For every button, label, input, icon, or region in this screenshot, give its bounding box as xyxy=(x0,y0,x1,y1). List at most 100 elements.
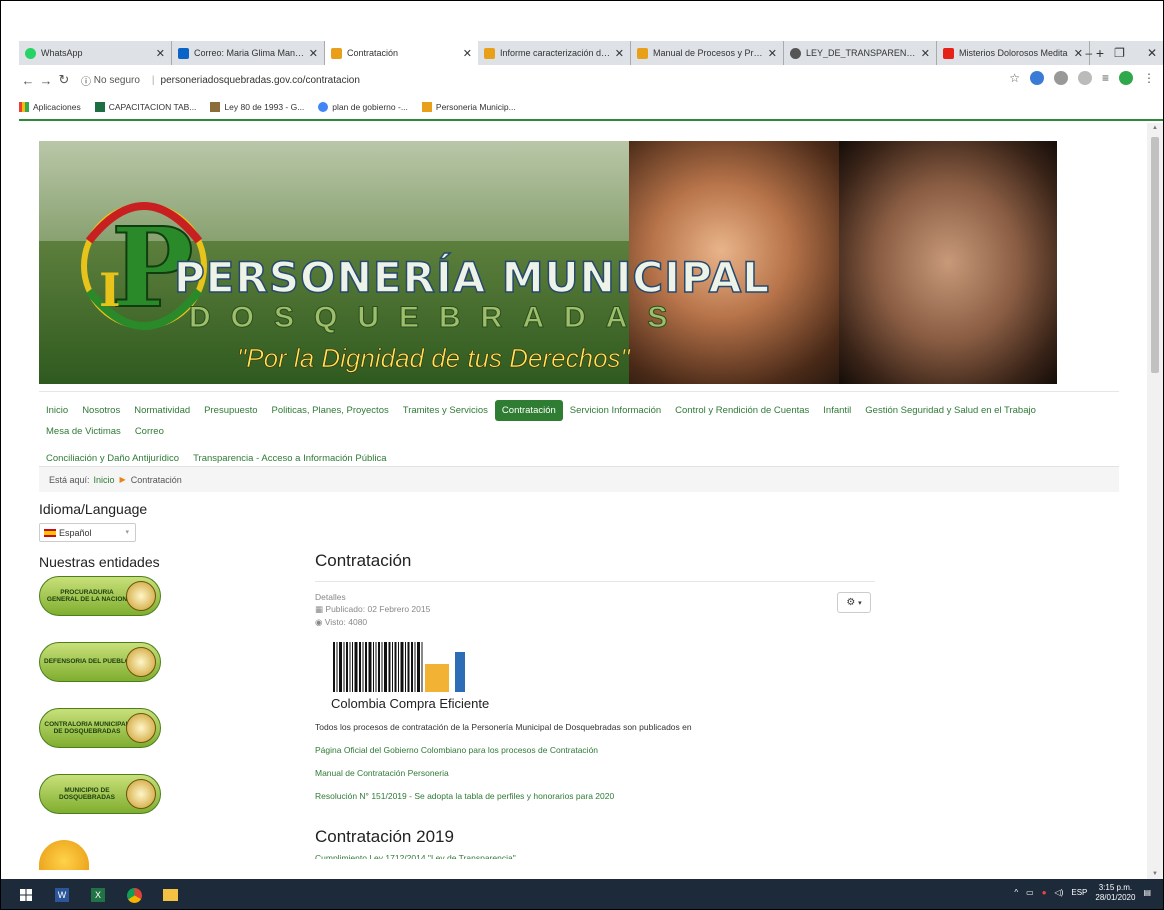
entities-heading: Nuestras entidades xyxy=(39,554,160,570)
language-value: Español xyxy=(59,527,92,538)
excel-icon[interactable]: X xyxy=(87,886,109,904)
section-heading-2019: Contratación 2019 xyxy=(315,827,454,846)
close-tab-icon[interactable]: ✕ xyxy=(615,47,624,60)
language-heading: Idioma/Language xyxy=(39,501,148,517)
breadcrumb-arrow-icon: ▶ xyxy=(119,475,126,484)
svg-text:I: I xyxy=(99,263,121,317)
entity-procuraduria[interactable]: PROCURADURIA GENERAL DE LA NACION xyxy=(39,576,161,616)
menu-item-politicas-planes-proyectos[interactable]: Politicas, Planes, Proyectos xyxy=(265,400,396,421)
article-options-button[interactable]: ⚙ ▾ xyxy=(837,592,871,613)
document-icon xyxy=(210,102,221,112)
file-explorer-icon[interactable] xyxy=(159,886,181,904)
menu-item-presupuesto[interactable]: Presupuesto xyxy=(197,400,264,421)
close-tab-icon[interactable]: ✕ xyxy=(921,47,930,60)
breadcrumb-current: Contratación xyxy=(130,474,182,485)
menu-item-tramites-y-servicios[interactable]: Tramites y Servicios xyxy=(396,400,495,421)
tab-ley[interactable]: LEY_DE_TRANSPARENCIA_-_CON✕ xyxy=(784,41,937,65)
barcode-bar xyxy=(400,642,404,692)
star-icon[interactable]: ☆ xyxy=(1009,71,1020,85)
bookmark-plan-gobierno[interactable]: plan de gobierno -... xyxy=(318,102,408,112)
eye-icon: ◉ xyxy=(315,617,325,627)
menu-item-normatividad[interactable]: Normatividad xyxy=(127,400,197,421)
reload-icon[interactable]: ↻ xyxy=(55,72,73,88)
mascot-image xyxy=(39,840,89,870)
tab-manual[interactable]: Manual de Procesos y Procedim✕ xyxy=(631,41,784,65)
page-scrollbar[interactable]: ▲ ▼ xyxy=(1147,123,1163,879)
tab-whatsapp[interactable]: WhatsApp ✕ xyxy=(19,41,172,65)
view-count: ◉ Visto: 4080 xyxy=(315,617,368,627)
tab-informe[interactable]: Informe caracterización de usuar✕ xyxy=(478,41,631,65)
clock[interactable]: 3:15 p.m. 28/01/2020 xyxy=(1095,883,1135,902)
forward-icon[interactable]: → xyxy=(37,73,55,88)
logo-text: Colombia Compra Eficiente xyxy=(331,696,490,711)
barcode-color-block xyxy=(425,664,449,692)
barcode-bar xyxy=(407,642,410,692)
notifications-icon[interactable]: ▤ xyxy=(1143,888,1151,897)
breadcrumb-home[interactable]: Inicio xyxy=(94,475,115,485)
tab-contratacion[interactable]: Contratación ✕ xyxy=(325,41,478,65)
close-tab-icon[interactable]: ✕ xyxy=(463,47,472,60)
bookmark-personeria[interactable]: Personeria Municip... xyxy=(421,102,516,112)
restore-icon[interactable]: ❐ xyxy=(1114,46,1125,60)
entity-defensoria[interactable]: DEFENSORIA DEL PUEBLO xyxy=(39,642,161,682)
close-tab-icon[interactable]: ✕ xyxy=(156,47,165,60)
word-icon[interactable]: W xyxy=(51,886,73,904)
info-icon[interactable]: ⓘ xyxy=(81,73,94,88)
close-tab-icon[interactable]: ✕ xyxy=(768,47,777,60)
menu-item-control-y-rendici-n-de-cuentas[interactable]: Control y Rendición de Cuentas xyxy=(668,400,816,421)
tab-correo[interactable]: Correo: Maria Glima Manrique N✕ xyxy=(172,41,325,65)
chevron-up-icon[interactable]: ^ xyxy=(1014,888,1018,897)
windows-start-icon[interactable] xyxy=(15,886,37,904)
menu-item-mesa-de-victimas[interactable]: Mesa de Victimas xyxy=(39,421,128,442)
menu-item-nosotros[interactable]: Nosotros xyxy=(75,400,127,421)
page-title: Contratación xyxy=(315,551,875,582)
menu-item-correo[interactable]: Correo xyxy=(128,421,171,442)
bookmark-ley80[interactable]: Ley 80 de 1993 - G... xyxy=(210,102,304,112)
tab-youtube[interactable]: Misterios Dolorosos Medita ✕ xyxy=(937,41,1090,65)
volume-icon[interactable]: ◁) xyxy=(1055,888,1064,897)
entity-municipio[interactable]: MUNICIPIO DE DOSQUEBRADAS xyxy=(39,774,161,814)
gear-icon: ⚙ xyxy=(846,597,856,608)
close-window-icon[interactable]: ✕ xyxy=(1147,46,1157,60)
language-indicator[interactable]: ESP xyxy=(1071,888,1087,897)
menu-item-infantil[interactable]: Infantil xyxy=(816,400,858,421)
scrollbar-thumb[interactable] xyxy=(1151,137,1159,373)
shield-icon[interactable] xyxy=(1077,71,1092,85)
scroll-up-icon[interactable]: ▲ xyxy=(1152,125,1158,131)
link-cumplimiento[interactable]: Cumplimiento Ley 1712/2014 "Ley de Trans… xyxy=(315,853,875,859)
back-icon[interactable]: ← xyxy=(19,73,37,88)
bookmark-capacitacion[interactable]: CAPACITACION TAB... xyxy=(94,102,196,112)
link-gobierno[interactable]: Página Oficial del Gobierno Colombiano p… xyxy=(315,745,875,755)
barcode-bar xyxy=(333,642,335,692)
scroll-down-icon[interactable]: ▼ xyxy=(1152,871,1158,877)
chrome-icon[interactable] xyxy=(123,886,145,904)
close-tab-icon[interactable]: ✕ xyxy=(309,47,318,60)
language-select[interactable]: Español ▾ xyxy=(39,523,136,542)
avatar[interactable] xyxy=(1119,71,1133,85)
bookmark-apps[interactable]: Aplicaciones xyxy=(19,102,81,112)
outlook-icon xyxy=(178,47,189,59)
onedrive-icon[interactable]: ● xyxy=(1042,888,1047,897)
barcode-bar xyxy=(336,642,338,692)
extension-icon[interactable] xyxy=(1053,71,1068,85)
entity-contraloria[interactable]: CONTRALORIA MUNICIPAL DE DOSQUEBRADAS xyxy=(39,708,161,748)
menu-icon[interactable]: ⋮ xyxy=(1143,71,1155,85)
link-resolucion[interactable]: Resolución N° 151/2019 - Se adopta la ta… xyxy=(315,791,875,801)
barcode-bar xyxy=(394,642,397,692)
network-icon[interactable]: ▭ xyxy=(1026,888,1034,897)
minimize-icon[interactable]: – xyxy=(1085,46,1092,60)
link-manual[interactable]: Manual de Contratación Personeria xyxy=(315,768,875,778)
menu-item-servicion-informaci-n[interactable]: Servicion Información xyxy=(563,400,668,421)
colombia-compra-logo[interactable]: Colombia Compra Eficiente xyxy=(329,642,499,714)
barcode-bar xyxy=(346,642,348,692)
menu-item-inicio[interactable]: Inicio xyxy=(39,400,75,421)
url-field[interactable]: ⓘ No seguro | personeriadosquebradas.gov… xyxy=(81,73,360,88)
extension-icon[interactable] xyxy=(1029,71,1044,85)
close-tab-icon[interactable]: ✕ xyxy=(1074,47,1083,60)
menu-item-gesti-n-seguridad-y-salud-en-el-trabajo[interactable]: Gestión Seguridad y Salud en el Trabajo xyxy=(858,400,1043,421)
barcode-bar xyxy=(417,642,420,692)
menu-item-contrataci-n[interactable]: Contratación xyxy=(494,400,563,421)
reading-list-icon[interactable]: ≡ xyxy=(1102,71,1109,85)
url-text: personeriadosquebradas.gov.co/contrataci… xyxy=(160,74,360,86)
barcode-bar xyxy=(373,642,374,692)
